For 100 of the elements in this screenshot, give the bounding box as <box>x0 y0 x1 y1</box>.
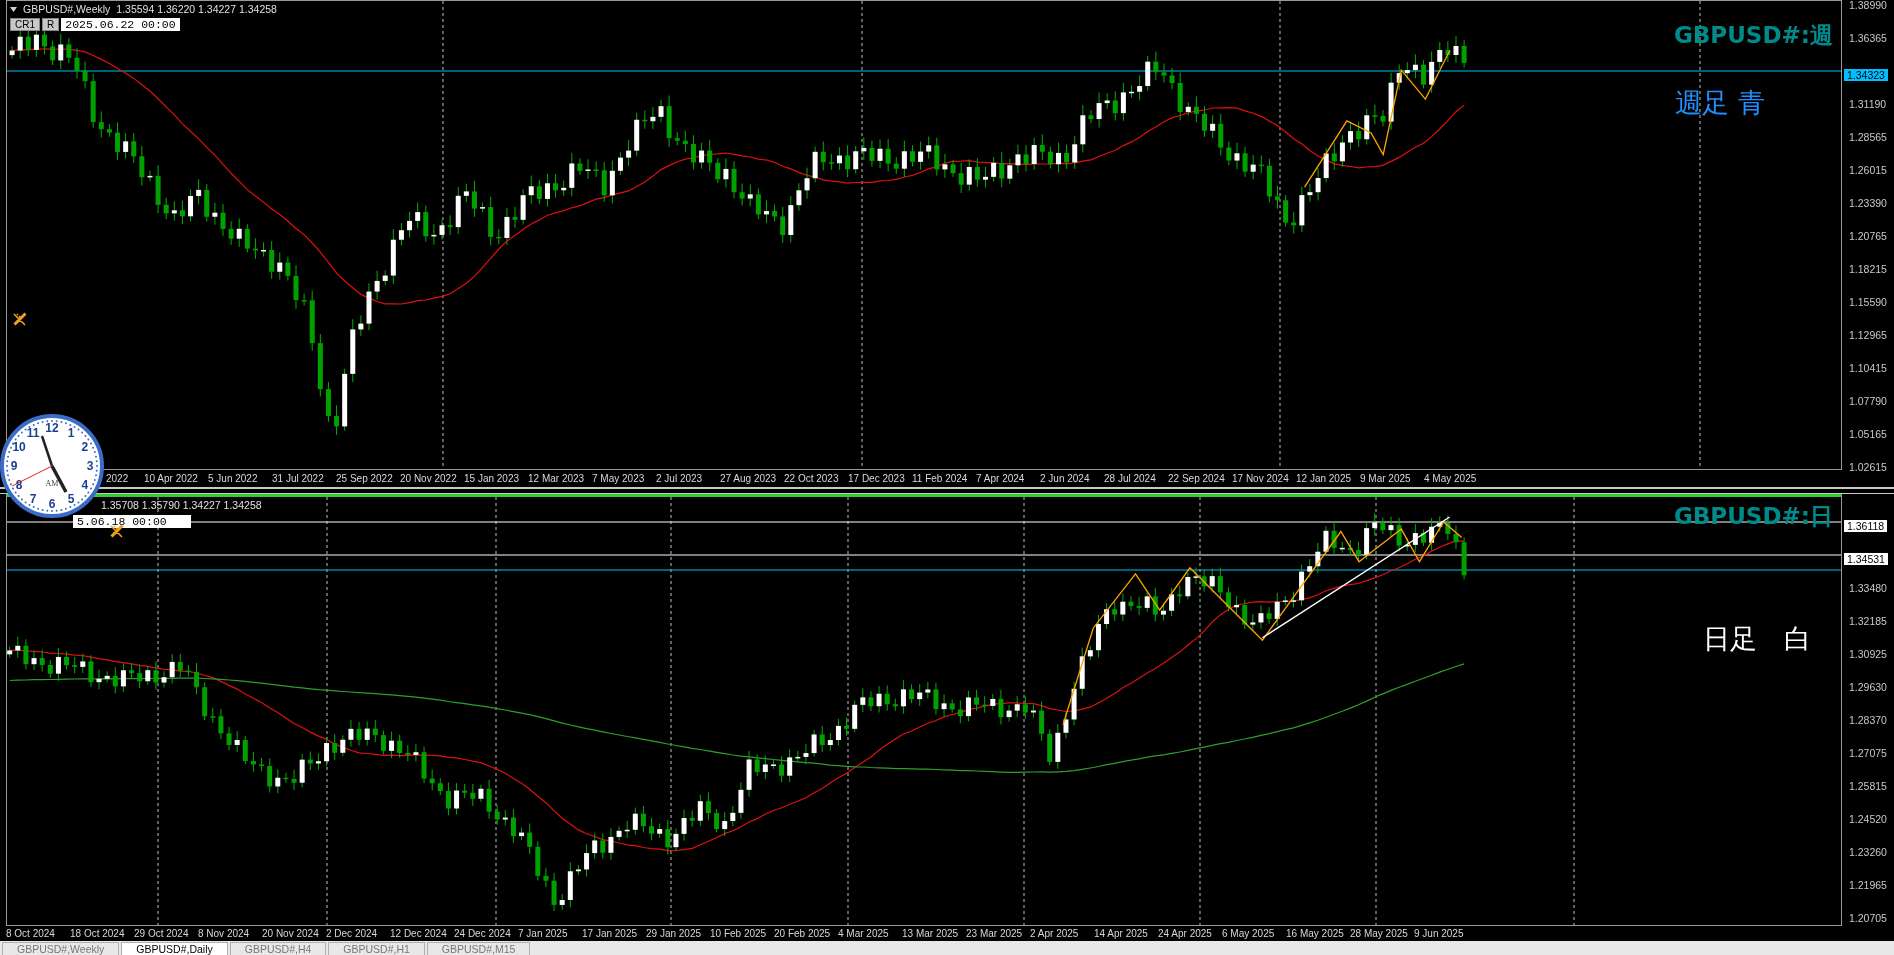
date-axis-label: 6 May 2025 <box>1222 928 1276 939</box>
price-label: 1.12965 <box>1848 329 1888 341</box>
date-axis-label: 4 May 2025 <box>1424 473 1478 484</box>
price-label: 1.26015 <box>1848 164 1888 176</box>
chart-button[interactable]: CR1 <box>10 18 40 31</box>
date-axis-label: 2022 <box>106 473 130 484</box>
clock-number: 6 <box>48 497 56 511</box>
price-label: 1.28370 <box>1848 714 1888 726</box>
clock-number: 5 <box>67 491 75 506</box>
date-axis-label: 9 Jun 2025 <box>1414 928 1465 939</box>
ohlc-values: 1.35708 1.35790 1.34227 1.34258 <box>101 499 262 511</box>
ohlc-values: 1.35594 1.36220 1.34227 1.34258 <box>116 3 277 15</box>
clock-number: 1 <box>67 426 75 441</box>
price-label: 1.18215 <box>1848 263 1888 275</box>
price-tag: 1.36118 <box>1844 520 1888 532</box>
date-axis-label: 10 Apr 2022 <box>144 473 199 484</box>
price-label: 1.38990 <box>1848 0 1888 11</box>
date-axis-label: 27 Aug 2023 <box>720 473 778 484</box>
price-label: 1.30925 <box>1848 648 1888 660</box>
price-label: 1.33480 <box>1848 582 1888 594</box>
date-axis-label: 20 Nov 2024 <box>262 928 320 939</box>
date-label: 2025.06.22 00:00 <box>61 18 180 31</box>
date-axis-label: 2 Dec 2024 <box>326 928 379 939</box>
date-axis-label: 22 Oct 2023 <box>784 473 840 484</box>
dropdown-arrow-icon[interactable] <box>10 6 17 12</box>
price-label: 1.36365 <box>1848 32 1888 44</box>
chart-tab[interactable]: GBPUSD#,H4 <box>229 942 327 955</box>
crossed-pencils-icon <box>13 312 27 326</box>
date-axis-label: 28 Jul 2024 <box>1104 473 1157 484</box>
price-label: 1.07790 <box>1848 395 1888 407</box>
chart-tab[interactable]: GBPUSD#,Daily <box>121 942 228 955</box>
date-axis-label: 29 Oct 2024 <box>134 928 190 939</box>
date-axis-label: 2 Jul 2023 <box>656 473 704 484</box>
chart-note: 日足 白 <box>1703 622 1811 656</box>
date-axis-label: 28 May 2025 <box>1350 928 1409 939</box>
date-axis-label: 16 May 2025 <box>1286 928 1345 939</box>
chart-note: 週足 青 <box>1675 86 1765 120</box>
price-label: 1.10415 <box>1848 362 1888 374</box>
price-label: 1.28565 <box>1848 131 1888 143</box>
date-axis-label: 13 Mar 2025 <box>902 928 960 939</box>
price-tag: 1.34323 <box>1844 69 1888 81</box>
price-label: 1.02615 <box>1848 461 1888 473</box>
date-axis-label: 22 Sep 2024 <box>1168 473 1226 484</box>
date-axis-label: 4 Mar 2025 <box>838 928 890 939</box>
price-label: 1.29630 <box>1848 681 1888 693</box>
clock-number: 9 <box>10 459 18 473</box>
date-axis-label: 2 Jun 2024 <box>1040 473 1091 484</box>
clock-number: 3 <box>86 459 94 473</box>
chart-title: GBPUSD#:週 <box>1673 21 1833 50</box>
date-axis-label: 12 Jan 2025 <box>1296 473 1353 484</box>
date-axis-label: 7 Apr 2024 <box>976 473 1026 484</box>
price-label: 1.25815 <box>1848 780 1888 792</box>
date-axis-label: 18 Oct 2024 <box>70 928 126 939</box>
date-axis-label: 8 Nov 2024 <box>198 928 251 939</box>
price-tag: 1.34531 <box>1844 553 1888 565</box>
clock-number: 7 <box>29 491 37 506</box>
date-axis-label: 12 Dec 2024 <box>390 928 448 939</box>
chart-tab[interactable]: GBPUSD#,H1 <box>328 942 425 955</box>
price-label: 1.21965 <box>1848 879 1888 891</box>
price-label: 1.05165 <box>1848 428 1888 440</box>
date-axis-label: 17 Jan 2025 <box>582 928 639 939</box>
symbol-label: GBPUSD#,Weekly <box>23 3 111 15</box>
date-axis-label: 7 May 2023 <box>592 473 646 484</box>
date-axis-label: 17 Nov 2024 <box>1232 473 1290 484</box>
date-axis-label: 31 Jul 2022 <box>272 473 325 484</box>
price-label: 1.20705 <box>1848 912 1888 924</box>
date-axis-label: 14 Apr 2025 <box>1094 928 1149 939</box>
crossed-pencils-icon <box>110 524 124 538</box>
date-label: 5.06.18 00:00 <box>73 515 191 528</box>
chart-tab[interactable]: GBPUSD#,M15 <box>426 942 531 955</box>
clock-number: 4 <box>81 478 89 492</box>
date-axis-label: 5 Jun 2022 <box>208 473 259 484</box>
price-label: 1.27075 <box>1848 747 1888 759</box>
date-axis-label: 12 Mar 2023 <box>528 473 586 484</box>
date-axis-label: 29 Jan 2025 <box>646 928 703 939</box>
date-axis-label: 23 Mar 2025 <box>966 928 1024 939</box>
clock-number: 10 <box>12 440 26 454</box>
date-axis-label: 10 Feb 2025 <box>710 928 768 939</box>
date-axis-label: 17 Dec 2023 <box>848 473 906 484</box>
price-label: 1.23260 <box>1848 846 1888 858</box>
price-label: 1.31190 <box>1848 98 1888 110</box>
price-label: 1.23390 <box>1848 197 1888 209</box>
date-axis-label: 24 Dec 2024 <box>454 928 512 939</box>
date-axis-label: 24 Apr 2025 <box>1158 928 1213 939</box>
date-axis-label: 20 Nov 2022 <box>400 473 458 484</box>
date-axis-label: 25 Sep 2022 <box>336 473 394 484</box>
date-axis-label: 9 Mar 2025 <box>1360 473 1412 484</box>
date-axis-label: 7 Jan 2025 <box>518 928 569 939</box>
price-label: 1.32185 <box>1848 615 1888 627</box>
price-label: 1.24520 <box>1848 813 1888 825</box>
clock-period: AM <box>45 479 59 488</box>
chart-button[interactable]: R <box>42 18 60 31</box>
clock-number: 11 <box>26 426 40 441</box>
date-axis-label: 11 Feb 2024 <box>912 473 969 484</box>
date-axis-label: 8 Oct 2024 <box>6 928 56 939</box>
price-label: 1.15590 <box>1848 296 1888 308</box>
chart-tab[interactable]: GBPUSD#,Weekly <box>2 942 120 955</box>
clock-number: 12 <box>45 421 59 435</box>
date-axis-label: 20 Feb 2025 <box>774 928 832 939</box>
date-axis-label: 2 Apr 2025 <box>1030 928 1080 939</box>
